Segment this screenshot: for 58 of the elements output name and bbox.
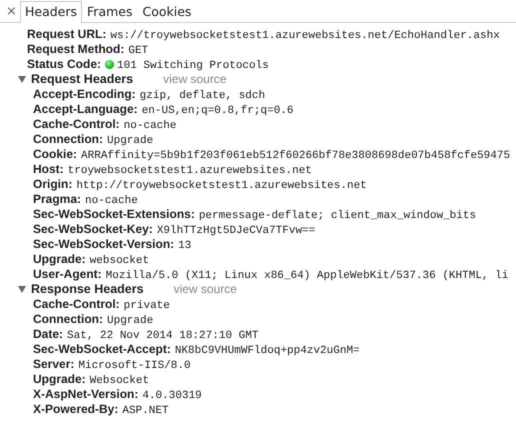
header-value: no-cache <box>124 119 176 134</box>
header-value: ws://troywebsocketstest1.azurewebsites.net/EchoHandler.ashx <box>110 29 500 44</box>
tab[interactable]: Frames <box>82 1 138 23</box>
header-name: Sec-WebSocket-Accept: <box>33 342 171 357</box>
section-title: Response Headers <box>31 282 144 297</box>
header-name: X-AspNet-Version: <box>33 387 138 402</box>
header-value: http://troywebsocketstest1.azurewebsites.net <box>76 179 367 194</box>
header-name: Connection: <box>33 132 103 147</box>
triangle-icon[interactable] <box>18 76 26 83</box>
header-name: Sec-WebSocket-Version: <box>33 237 174 252</box>
header-name: Pragma: <box>33 192 82 207</box>
header-name: User-Agent: <box>33 267 102 282</box>
header-name: Connection: <box>33 312 103 327</box>
header-name: X-Powered-By: <box>33 402 118 417</box>
header-value: private <box>124 299 170 314</box>
header-name: Request URL: <box>27 27 106 42</box>
triangle-icon[interactable] <box>18 286 26 293</box>
header-value: X9lhTTzHgt5DJeCVa7TFvw== <box>156 224 316 239</box>
header-name: Date: <box>33 327 64 342</box>
header-name: Cache-Control: <box>33 117 120 132</box>
header-value: Upgrade <box>107 314 154 329</box>
header-value: GET <box>128 44 148 59</box>
header-name: Cookie: <box>33 147 78 162</box>
header-name: Sec-WebSocket-Key: <box>33 222 153 237</box>
header-name: Host: <box>33 162 64 177</box>
header-value: en-US,en;q=0.8,fr;q=0.6 <box>142 104 294 119</box>
header-value: websocket <box>90 254 150 269</box>
header-value: Mozilla/5.0 (X11; Linux x86_64) AppleWebKit/537.36 (KHTML, li <box>106 269 508 284</box>
header-value: gzip, deflate, sdch <box>140 89 266 104</box>
close-icon[interactable]: × <box>3 2 20 22</box>
header-value: 4.0.30319 <box>142 389 202 404</box>
view-source-link[interactable]: view source <box>163 72 226 87</box>
header-value: Upgrade <box>107 134 154 149</box>
header-value: Websocket <box>90 374 150 389</box>
header-value: permessage-deflate; client_max_window_bits <box>198 209 476 224</box>
header-name: Status Code: <box>27 57 102 72</box>
header-value: no-cache <box>85 194 138 209</box>
header-name: Accept-Encoding: <box>33 87 136 102</box>
header-value: ASP.NET <box>122 404 169 419</box>
header-value: 13 <box>178 239 192 254</box>
tab[interactable]: Headers <box>20 1 82 23</box>
header-name: Cache-Control: <box>33 297 120 312</box>
header-name: Upgrade: <box>33 252 86 267</box>
header-name: Sec-WebSocket-Extensions: <box>33 207 195 222</box>
header-value: ARRAffinity=5b9b1f203f061eb512f60266bf78e3808698de07b458fcfe59475 <box>81 149 510 164</box>
header-name: Origin: <box>33 177 72 192</box>
header-name: Request Method: <box>27 42 124 57</box>
header-name: Server: <box>33 357 74 372</box>
header-value: Microsoft-IIS/8.0 <box>78 359 191 374</box>
header-value: troywebsocketstest1.azurewebsites.net <box>68 164 312 179</box>
header-name: Upgrade: <box>33 372 86 387</box>
view-source-link[interactable]: view source <box>174 282 237 297</box>
header-value: NK8bC9VHUmWFldoq+pp4zv2uGnM= <box>174 344 360 359</box>
section-title: Request Headers <box>31 72 134 87</box>
header-value: 101 Switching Protocols <box>117 59 269 74</box>
header-name: Accept-Language: <box>33 102 138 117</box>
tab[interactable]: Cookies <box>138 1 196 23</box>
header-value: Sat, 22 Nov 2014 18:27:10 GMT <box>67 329 258 344</box>
